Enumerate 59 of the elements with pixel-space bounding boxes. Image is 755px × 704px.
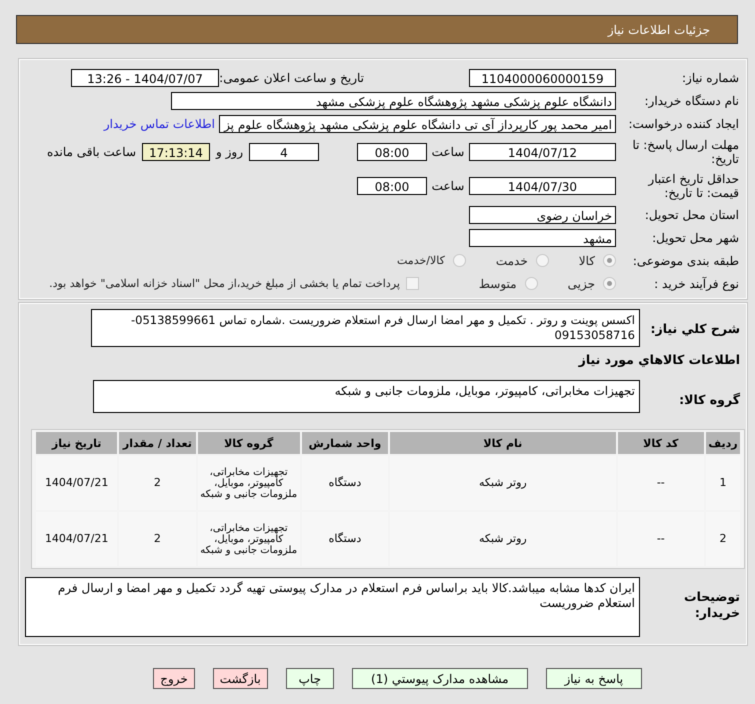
radio-button[interactable] [603,277,616,290]
page-title: جزئیات اطلاعات نیاز [608,22,710,36]
field-label: نام دستگاه خریدار: [644,94,740,108]
goods-group-textarea[interactable]: تجهیزات مخابراتی، کامپیوتر، موبایل، ملزومات جانبی و شبکه [93,380,640,413]
buyer-notes-textarea[interactable]: ایران کدها مشابه میباشد.کالا باید براساس فرم استعلام در مدارک پیوستی تهیه گردد تکمیل و مهر امضا و ارسال فرم استعلام ضروریست [25,577,640,637]
column-header: نام کالا [390,432,616,454]
field-label: شرح کلي نیاز: [650,320,741,336]
radio-button[interactable] [536,254,549,267]
radio-button[interactable] [524,277,538,290]
buyer-contact-link[interactable]: اطلاعات تماس خریدار [104,116,215,130]
column-header: واحد شمارش [302,432,388,454]
field-label: مهلت ارسال پاسخ: تا تاریخ: [631,138,740,166]
section-title: اطلاعات کالاهاي مورد نياز [577,351,741,369]
creator-field[interactable]: امیر محمد پور کارپرداز آی تی دانشگاه علوم پزشکی مشهد پژوهشگاه علوم پز [219,114,616,132]
column-header: تاریخ نیاز [36,432,118,454]
field-label: شماره نیاز: [681,70,740,84]
field-label: ایجاد کننده درخواست: [627,116,740,130]
validity-time-field[interactable]: 08:00 [357,177,427,195]
radio-label: کالا [578,254,595,268]
remaining-label: ساعت باقی مانده [46,145,136,159]
checkbox-label: پرداخت تمام یا بخشی از مبلغ خرید،از محل "اسناد خزانه اسلامی" خواهد بود. [49,277,400,290]
checkbox[interactable] [406,277,419,290]
action-button[interactable]: پاسخ به نیاز [546,668,642,689]
field-label: شهر محل تحویل: [651,230,740,244]
radio-label: متوسط [478,276,517,290]
field-label: استان محل تحویل: [644,208,740,222]
radio-label: کالا/خدمت [397,254,445,267]
field-label: تاریخ و ساعت اعلان عمومی: [219,70,364,84]
radio-label: جزیی [568,276,595,290]
radio-button[interactable] [603,254,616,267]
radio-label: خدمت [496,254,528,268]
city-field[interactable]: مشهد [469,228,616,246]
field-label: طبقه بندی موضوعی: [632,254,740,268]
field-label: حداقل تاریخ اعتبار قیمت: تا تاریخ: [646,172,740,200]
column-header: تعداد / مقدار [119,432,196,454]
days-label: روز و [216,145,243,159]
time-label: ساعت [430,179,466,193]
remaining-time-field[interactable]: 17:13:14 [142,143,210,161]
validity-date-field[interactable]: 1404/07/30 [469,177,616,195]
time-label: ساعت [430,145,466,159]
field-label: توضیحات خریدار: [683,588,741,621]
deadline-time-field[interactable]: 08:00 [357,143,427,161]
action-button[interactable]: خروج [153,668,195,689]
column-header: گروه کالا [198,432,300,454]
action-button[interactable]: چاپ [286,668,334,689]
action-button[interactable]: بازگشت [212,668,268,689]
buyer-field[interactable]: دانشگاه علوم پزشکی مشهد پژوهشگاه علوم پزشکی مشهد [171,92,616,110]
announce-date-field[interactable]: 1404/07/07 - 13:26 [71,68,219,86]
radio-button[interactable] [452,254,466,267]
field-label: گروه کالا: [678,391,741,407]
need-number-field[interactable]: 1104000060000159 [469,68,616,86]
days-field[interactable]: 4 [249,143,319,161]
column-header: ردیف [706,432,740,454]
deadline-date-field[interactable]: 1404/07/12 [469,143,616,161]
field-label: نوع فرآیند خرید : [653,276,740,290]
description-textarea[interactable]: اکسس پوینت و روتر . تکمیل و مهر امضا ارسال فرم استعلام ضروریست .شماره تماس 05138599661-09153058716 [91,309,640,347]
action-button[interactable]: مشاهده مدارک پیوستي (1) [352,668,528,689]
province-field[interactable]: خراسان رضوی [469,206,616,224]
column-header: کد کالا [618,432,704,454]
